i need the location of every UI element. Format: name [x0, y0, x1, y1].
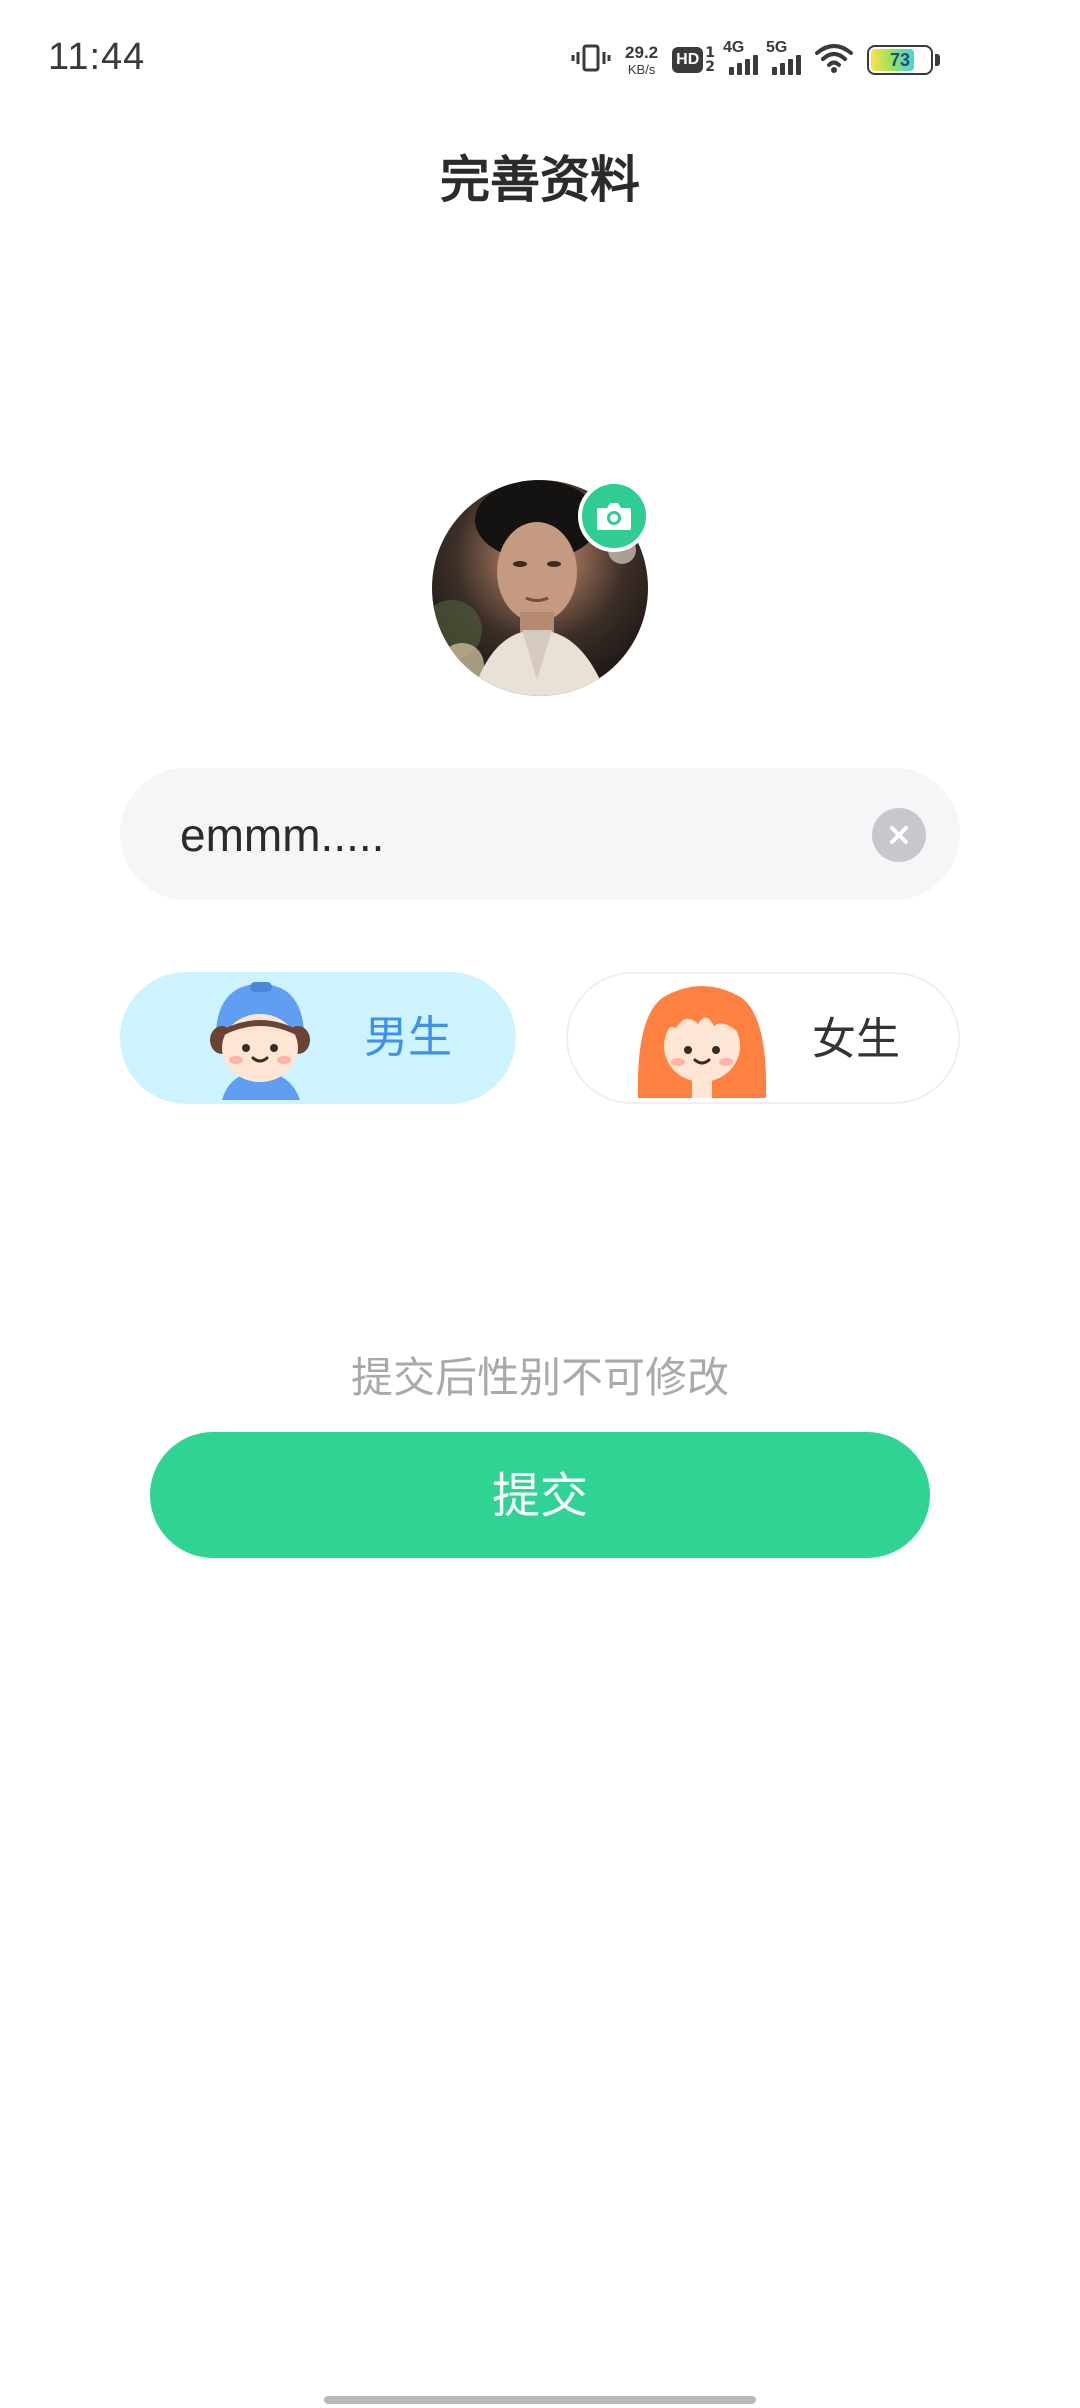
battery-percent: 73: [889, 49, 911, 70]
page-title: 完善资料: [440, 151, 640, 209]
vibrate-icon: [571, 42, 611, 78]
battery-icon: 73: [867, 45, 933, 75]
network-speed-unit: KB/s: [627, 62, 656, 77]
clear-icon[interactable]: [872, 808, 926, 862]
status-icons: 29.2 KB/s HD 1 2 4G 5G 73: [571, 39, 940, 80]
nickname-field[interactable]: [120, 768, 960, 902]
signal-5g-label: 5G: [766, 39, 788, 56]
status-bar: 11:44 29.2 KB/s HD 1 2 4G 5G 73: [0, 0, 1080, 120]
nickname-input[interactable]: [178, 768, 862, 902]
avatar-upload[interactable]: [432, 480, 650, 696]
gender-option-male[interactable]: 男生: [120, 972, 516, 1104]
status-time: 11:44: [48, 36, 146, 78]
hd-icon: HD 1 2: [672, 46, 715, 74]
gender-hint: 提交后性别不可修改: [350, 1353, 729, 1402]
gender-option-female[interactable]: 女生: [566, 972, 960, 1104]
signal-5g-icon: 5G: [766, 39, 801, 75]
signal-4g-label: 4G: [723, 39, 745, 56]
profile-completion-screen: 11:44 29.2 KB/s HD 1 2 4G 5G 73 完善资料 emm…: [0, 0, 1080, 2408]
signal-4g-icon: 4G: [723, 39, 758, 75]
hd-sub-bottom: 2: [705, 59, 715, 75]
home-indicator[interactable]: [324, 2396, 756, 2404]
camera-icon[interactable]: [578, 480, 650, 552]
network-speed-value: 29.2: [625, 43, 659, 62]
battery-tip: [935, 54, 940, 66]
hd-sub-top: 1: [705, 45, 715, 61]
boy-avatar-icon: [200, 980, 320, 1104]
hd-sub: 1 2: [705, 46, 715, 74]
hd-label: HD: [672, 47, 704, 73]
submit-button[interactable]: 提交: [150, 1432, 930, 1558]
network-speed: 29.2 KB/s: [625, 44, 658, 76]
gender-label-male: 男生: [364, 1012, 452, 1063]
gender-label-female: 女生: [812, 1014, 900, 1065]
girl-avatar-icon: [632, 978, 772, 1102]
wifi-icon: [815, 43, 853, 77]
